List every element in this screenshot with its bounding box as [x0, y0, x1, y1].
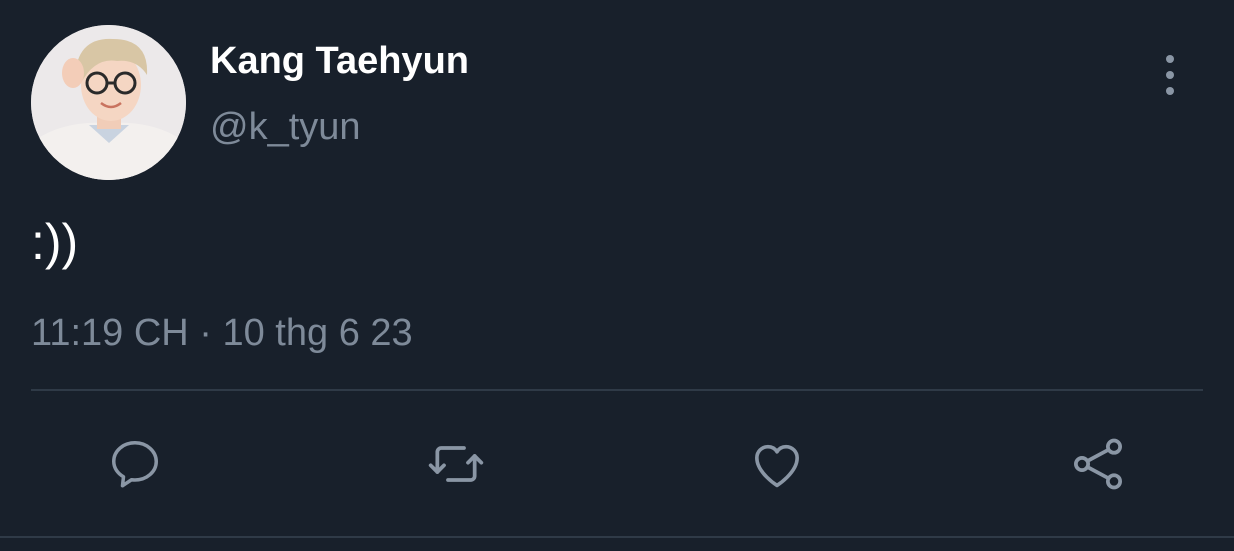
retweet-button[interactable]: [424, 432, 488, 496]
bottom-divider: [0, 536, 1234, 538]
tweet-text: :)): [31, 214, 79, 270]
more-options-button[interactable]: [1150, 52, 1190, 98]
tweet-detail: Kang Taehyun @k_tyun :)) 11:19 CH · 10 t…: [0, 0, 1234, 551]
reply-button[interactable]: [103, 432, 167, 496]
share-icon: [1074, 438, 1122, 490]
heart-icon: [755, 444, 799, 488]
more-vertical-icon: [1166, 55, 1174, 63]
avatar[interactable]: [31, 25, 186, 180]
share-button[interactable]: [1066, 432, 1130, 496]
retweet-icon: [428, 446, 484, 482]
divider: [31, 389, 1203, 391]
reply-icon: [112, 441, 158, 488]
tweet-timestamp[interactable]: 11:19 CH · 10 thg 6 23: [31, 310, 413, 356]
more-dot: [1166, 71, 1174, 79]
display-name[interactable]: Kang Taehyun: [210, 38, 469, 84]
user-handle[interactable]: @k_tyun: [210, 104, 361, 150]
more-dot: [1166, 87, 1174, 95]
like-button[interactable]: [745, 432, 809, 496]
profile-photo-icon: [31, 25, 186, 180]
